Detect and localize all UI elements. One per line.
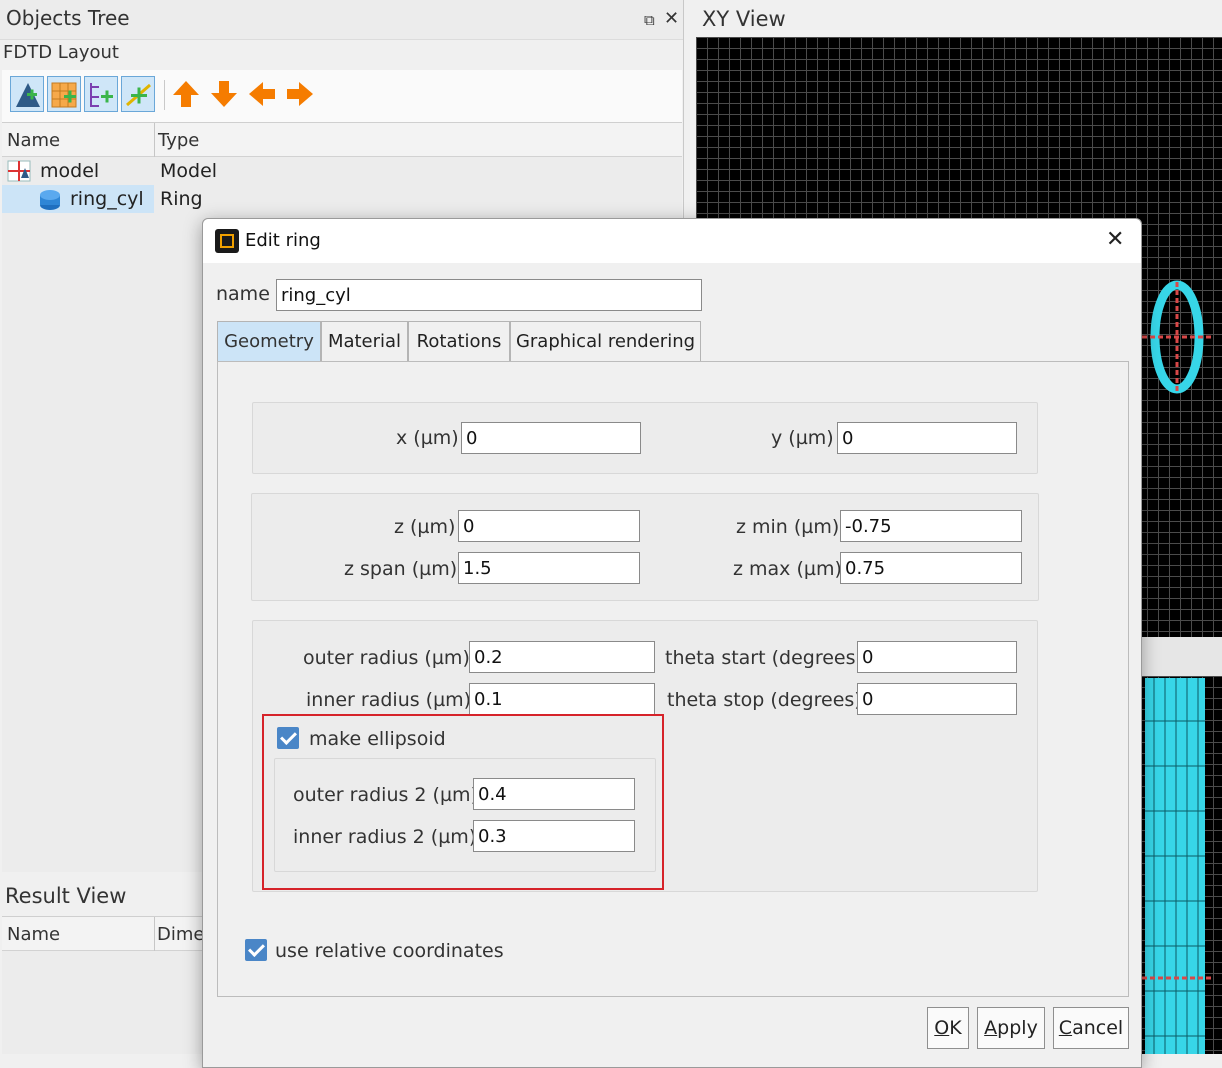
tree-row-name: ring_cyl	[70, 188, 144, 210]
add-source-icon[interactable]	[121, 76, 155, 112]
name-label: name	[216, 283, 270, 305]
ok-accelerator: O	[934, 1017, 950, 1039]
inner-radius-label: inner radius (µm)	[306, 689, 472, 711]
cancel-accelerator: C	[1058, 1017, 1073, 1039]
tree-row-type: Model	[160, 160, 218, 182]
z-max-label: z max (µm)	[733, 558, 842, 580]
z-max-input[interactable]	[840, 552, 1022, 584]
move-right-icon[interactable]	[284, 78, 316, 110]
inner-radius-input[interactable]	[469, 683, 655, 715]
theta-start-label: theta start (degrees)	[665, 647, 863, 669]
objects-tree-title: Objects Tree	[6, 6, 130, 30]
dialog-titlebar[interactable]: Edit ring ✕	[203, 219, 1141, 263]
result-column-dimensions[interactable]: Dime	[157, 924, 204, 945]
result-view-title: Result View	[5, 884, 127, 908]
ok-button[interactable]: OK	[927, 1007, 969, 1049]
z-min-input[interactable]	[840, 510, 1022, 542]
theta-stop-input[interactable]	[857, 683, 1017, 715]
cancel-label-rest: ancel	[1072, 1017, 1124, 1039]
xy-view-splitter[interactable]	[1136, 637, 1222, 676]
layout-label: FDTD Layout	[3, 42, 119, 63]
ok-label-rest: K	[949, 1017, 962, 1039]
z-span-label: z span (µm)	[344, 558, 458, 580]
cancel-button[interactable]: Cancel	[1053, 1007, 1129, 1049]
toolbar-separator	[164, 80, 165, 110]
theta-stop-label: theta stop (degrees)	[667, 689, 862, 711]
z-position-group: z (µm) z span (µm) z min (µm) z max (µm)	[251, 493, 1039, 601]
column-divider[interactable]	[154, 123, 155, 157]
move-left-icon[interactable]	[246, 78, 278, 110]
close-icon[interactable]: ✕	[1106, 227, 1124, 252]
outer-radius-input[interactable]	[469, 641, 655, 673]
z-label: z (µm)	[394, 516, 456, 538]
tab-material[interactable]: Material	[321, 321, 408, 361]
app-icon	[215, 229, 239, 253]
annotation-highlight-box	[262, 714, 664, 890]
tab-rotations[interactable]: Rotations	[408, 321, 510, 361]
y-input[interactable]	[837, 422, 1017, 454]
result-column-name[interactable]: Name	[7, 924, 60, 945]
tree-header: Name Type	[2, 123, 682, 157]
column-header-type[interactable]: Type	[158, 130, 199, 151]
objects-toolbar	[2, 70, 682, 122]
name-input[interactable]	[276, 279, 702, 311]
tree-row-type: Ring	[160, 188, 203, 210]
tree-row-model[interactable]: model Model	[2, 157, 682, 185]
geometry-tab-pane: x (µm) y (µm) z (µm) z span (µm) z min (…	[217, 361, 1129, 997]
move-down-icon[interactable]	[208, 78, 240, 110]
apply-label-rest: pply	[997, 1017, 1038, 1039]
add-structure-icon[interactable]	[10, 76, 44, 112]
apply-button[interactable]: Apply	[977, 1007, 1045, 1049]
z-input[interactable]	[458, 510, 640, 542]
z-span-input[interactable]	[458, 552, 640, 584]
tab-graphical-rendering[interactable]: Graphical rendering	[510, 321, 701, 361]
xy-position-group: x (µm) y (µm)	[252, 402, 1038, 474]
apply-accelerator: A	[984, 1017, 998, 1039]
outer-radius-label: outer radius (µm)	[303, 647, 470, 669]
close-dock-icon[interactable]: ✕	[664, 8, 679, 29]
use-relative-coordinates-label[interactable]: use relative coordinates	[275, 940, 504, 962]
z-min-label: z min (µm)	[736, 516, 840, 538]
column-header-name[interactable]: Name	[7, 130, 60, 151]
x-input[interactable]	[461, 422, 641, 454]
objects-tree-titlebar: Objects Tree ⧉ ✕	[0, 0, 683, 40]
y-label: y (µm)	[771, 427, 834, 449]
ring-icon	[38, 189, 62, 216]
edit-ring-dialog: Edit ring ✕ name Geometry Material Rotat…	[202, 218, 1142, 1068]
move-up-icon[interactable]	[170, 78, 202, 110]
tab-geometry[interactable]: Geometry	[217, 321, 321, 361]
tree-row-ring-cyl[interactable]: ring_cyl Ring	[2, 185, 682, 213]
x-label: x (µm)	[396, 427, 459, 449]
add-grid-icon[interactable]	[47, 76, 81, 112]
use-relative-coordinates-checkbox[interactable]	[245, 939, 267, 961]
theta-start-input[interactable]	[857, 641, 1017, 673]
xy-view-title: XY View	[702, 7, 786, 31]
tree-row-name: model	[40, 160, 100, 182]
model-icon	[7, 160, 31, 187]
float-dock-icon[interactable]: ⧉	[644, 11, 655, 29]
dialog-title: Edit ring	[245, 230, 321, 251]
result-column-divider[interactable]	[154, 917, 155, 951]
add-monitor-icon[interactable]	[84, 76, 118, 112]
